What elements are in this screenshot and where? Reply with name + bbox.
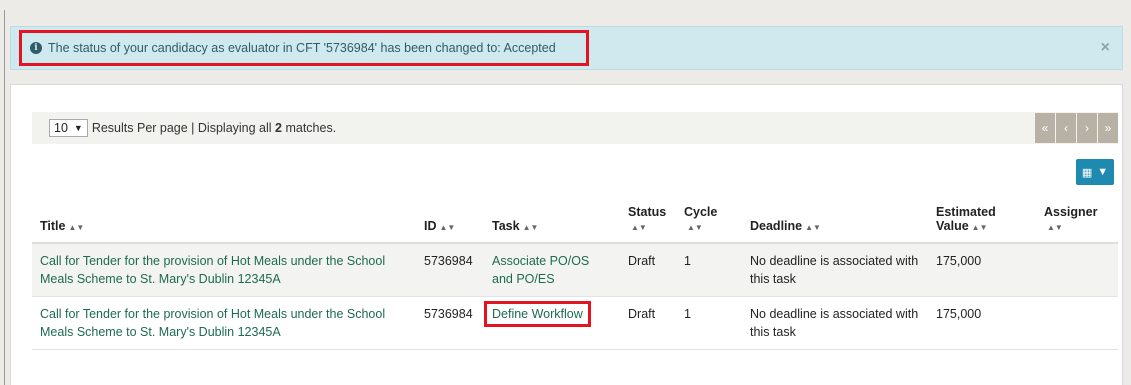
pagination: « ‹ › » bbox=[1034, 113, 1118, 143]
row-cycle: 1 bbox=[676, 296, 742, 350]
sort-icon: ▲▼ bbox=[68, 223, 85, 232]
row-id: 5736984 bbox=[416, 296, 484, 350]
row-id: 5736984 bbox=[416, 243, 484, 297]
col-status[interactable]: Status ▲▼ bbox=[620, 197, 676, 244]
alert-message-box: i The status of your candidacy as evalua… bbox=[19, 30, 589, 66]
sort-icon: ▲▼ bbox=[522, 223, 539, 232]
row-assigner bbox=[1036, 243, 1118, 297]
row-status: Draft bbox=[620, 296, 676, 350]
next-page-button[interactable]: › bbox=[1077, 113, 1097, 143]
column-toggle-button[interactable]: ▦ ▼ bbox=[1076, 159, 1114, 185]
per-page-value: 10 bbox=[54, 121, 68, 135]
row-cycle: 1 bbox=[676, 243, 742, 297]
col-estimated-value[interactable]: Estimated Value ▲▼ bbox=[928, 197, 1036, 244]
sort-icon: ▲▼ bbox=[805, 223, 821, 232]
pager-bar: 10 ▼ Results Per page | Displaying all 2… bbox=[32, 112, 1118, 144]
close-icon[interactable]: × bbox=[1101, 39, 1110, 57]
row-task-link[interactable]: Associate PO/OS and PO/ES bbox=[492, 254, 589, 286]
sort-icon: ▲▼ bbox=[971, 223, 988, 232]
sort-icon: ▲▼ bbox=[439, 223, 456, 232]
match-count: 2 bbox=[275, 121, 282, 135]
col-cycle[interactable]: Cycle ▲▼ bbox=[676, 197, 742, 244]
first-page-button[interactable]: « bbox=[1035, 113, 1055, 143]
col-id[interactable]: ID ▲▼ bbox=[416, 197, 484, 244]
row-assigner bbox=[1036, 296, 1118, 350]
caret-down-icon: ▼ bbox=[1097, 166, 1109, 178]
prev-page-button[interactable]: ‹ bbox=[1056, 113, 1076, 143]
row-deadline: No deadline is associated with this task bbox=[742, 243, 928, 297]
row-deadline: No deadline is associated with this task bbox=[742, 296, 928, 350]
col-deadline[interactable]: Deadline ▲▼ bbox=[742, 197, 928, 244]
col-task[interactable]: Task ▲▼ bbox=[484, 197, 620, 244]
results-panel: 10 ▼ Results Per page | Displaying all 2… bbox=[10, 84, 1123, 385]
table-row: Call for Tender for the provision of Hot… bbox=[32, 296, 1118, 350]
sort-icon: ▲▼ bbox=[687, 223, 703, 232]
task-highlight: Define Workflow bbox=[484, 301, 591, 327]
last-page-button[interactable]: » bbox=[1098, 113, 1118, 143]
row-status: Draft bbox=[620, 243, 676, 297]
table-header-row: Title ▲▼ ID ▲▼ Task ▲▼ Status ▲▼ Cycle ▲▼ Dea… bbox=[32, 197, 1118, 244]
table-row: Call for Tender for the provision of Hot… bbox=[32, 243, 1118, 297]
status-alert: i The status of your candidacy as evalua… bbox=[10, 26, 1123, 70]
col-assigner[interactable]: Assigner ▲▼ bbox=[1036, 197, 1118, 244]
tasks-table: Title ▲▼ ID ▲▼ Task ▲▼ Status ▲▼ Cycle ▲▼ Dea… bbox=[32, 197, 1118, 350]
results-per-page-select[interactable]: 10 ▼ bbox=[49, 119, 88, 137]
row-estimated-value: 175,000 bbox=[928, 296, 1036, 350]
chevron-down-icon: ▼ bbox=[73, 123, 83, 133]
grid-icon: ▦ bbox=[1081, 166, 1093, 179]
info-icon: i bbox=[30, 42, 42, 54]
sort-icon: ▲▼ bbox=[1047, 223, 1063, 232]
pager-summary: Results Per page | Displaying all 2 matc… bbox=[91, 121, 337, 135]
sort-icon: ▲▼ bbox=[631, 223, 647, 232]
row-task-link[interactable]: Define Workflow bbox=[492, 307, 583, 321]
col-title[interactable]: Title ▲▼ bbox=[32, 197, 416, 244]
row-title-link[interactable]: Call for Tender for the provision of Hot… bbox=[40, 254, 385, 286]
row-title-link[interactable]: Call for Tender for the provision of Hot… bbox=[40, 307, 385, 339]
row-estimated-value: 175,000 bbox=[928, 243, 1036, 297]
alert-message: The status of your candidacy as evaluato… bbox=[48, 41, 556, 55]
window-frame bbox=[4, 10, 5, 385]
